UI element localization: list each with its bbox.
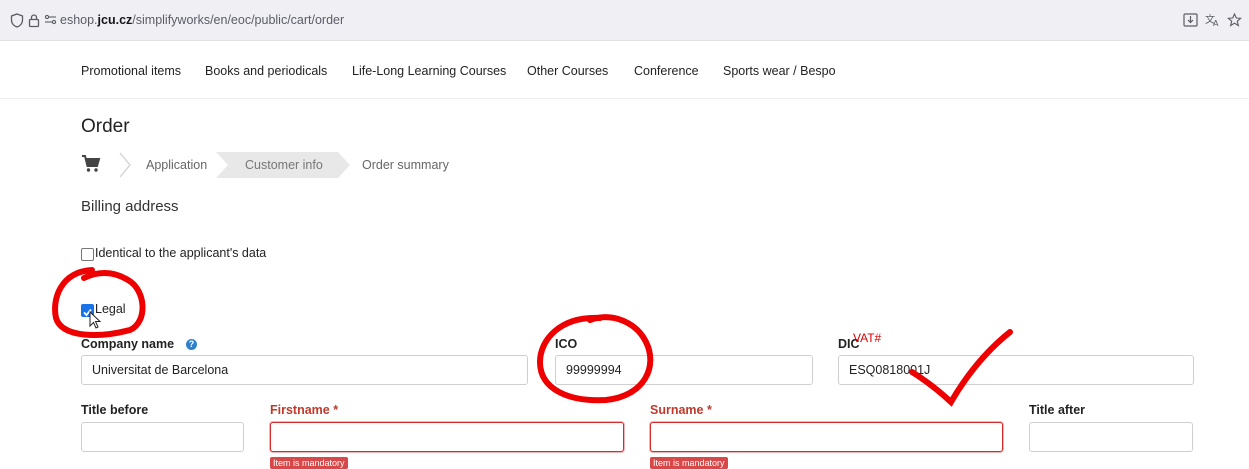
site-permissions-icon[interactable] bbox=[44, 13, 57, 28]
title-after-input[interactable] bbox=[1029, 422, 1193, 452]
red-annotation-marks bbox=[52, 267, 1013, 407]
bookmark-star-icon[interactable] bbox=[1226, 12, 1243, 29]
nav-item-other-courses[interactable]: Other Courses bbox=[527, 64, 608, 78]
title-before-label: Title before bbox=[81, 403, 149, 417]
billing-address-heading: Billing address bbox=[81, 198, 179, 215]
nav-item-promotional-items[interactable]: Promotional items bbox=[81, 64, 181, 78]
title-before-input[interactable] bbox=[81, 422, 244, 452]
url-path: /simplifyworks/en/eoc/public/cart/order bbox=[132, 13, 345, 27]
firstname-input[interactable] bbox=[270, 422, 624, 452]
nav-item-books-periodicals[interactable]: Books and periodicals bbox=[205, 64, 327, 78]
identical-data-checkbox[interactable] bbox=[81, 248, 94, 261]
dic-input[interactable]: ESQ0818001J bbox=[838, 355, 1194, 385]
vat-annotation: VAT# bbox=[853, 331, 882, 345]
help-icon[interactable]: ? bbox=[186, 339, 197, 350]
step-application[interactable]: Application bbox=[146, 154, 207, 176]
lock-icon[interactable] bbox=[28, 13, 40, 30]
nav-item-conference[interactable]: Conference bbox=[634, 64, 699, 78]
reader-view-icon[interactable] bbox=[1183, 13, 1198, 29]
firstname-error-badge: Item is mandatory bbox=[270, 457, 348, 469]
url-prefix: eshop. bbox=[60, 13, 98, 27]
step-separator-icon bbox=[119, 152, 131, 178]
company-name-label: Company name bbox=[81, 337, 175, 351]
step-customer-info[interactable]: Customer info bbox=[245, 154, 323, 176]
browser-toolbar: eshop.jcu.cz/simplifyworks/en/eoc/public… bbox=[0, 0, 1249, 41]
surname-input[interactable] bbox=[650, 422, 1003, 452]
translate-icon[interactable]: 文A bbox=[1205, 13, 1220, 29]
nav-divider bbox=[0, 98, 1249, 99]
company-name-input[interactable]: Universitat de Barcelona bbox=[81, 355, 528, 385]
url-field[interactable]: eshop.jcu.cz/simplifyworks/en/eoc/public… bbox=[60, 13, 344, 27]
step-order-summary[interactable]: Order summary bbox=[362, 154, 449, 176]
surname-error-badge: Item is mandatory bbox=[650, 457, 728, 469]
ico-label: ICO bbox=[555, 337, 578, 351]
identical-data-label[interactable]: Identical to the applicant's data bbox=[95, 246, 266, 260]
ico-input[interactable]: 99999994 bbox=[555, 355, 813, 385]
shield-icon[interactable] bbox=[10, 13, 24, 30]
mouse-cursor-icon bbox=[89, 311, 102, 329]
url-domain: jcu.cz bbox=[97, 13, 133, 27]
svg-text:A: A bbox=[1213, 19, 1219, 27]
surname-label: Surname * bbox=[650, 403, 712, 417]
nav-item-lifelong-learning[interactable]: Life-Long Learning Courses bbox=[352, 64, 506, 78]
page-title: Order bbox=[81, 116, 130, 137]
nav-item-sports-wear[interactable]: Sports wear / Bespo bbox=[723, 64, 836, 78]
title-after-label: Title after bbox=[1029, 403, 1086, 417]
cart-icon[interactable] bbox=[81, 155, 101, 178]
firstname-label: Firstname * bbox=[270, 403, 339, 417]
